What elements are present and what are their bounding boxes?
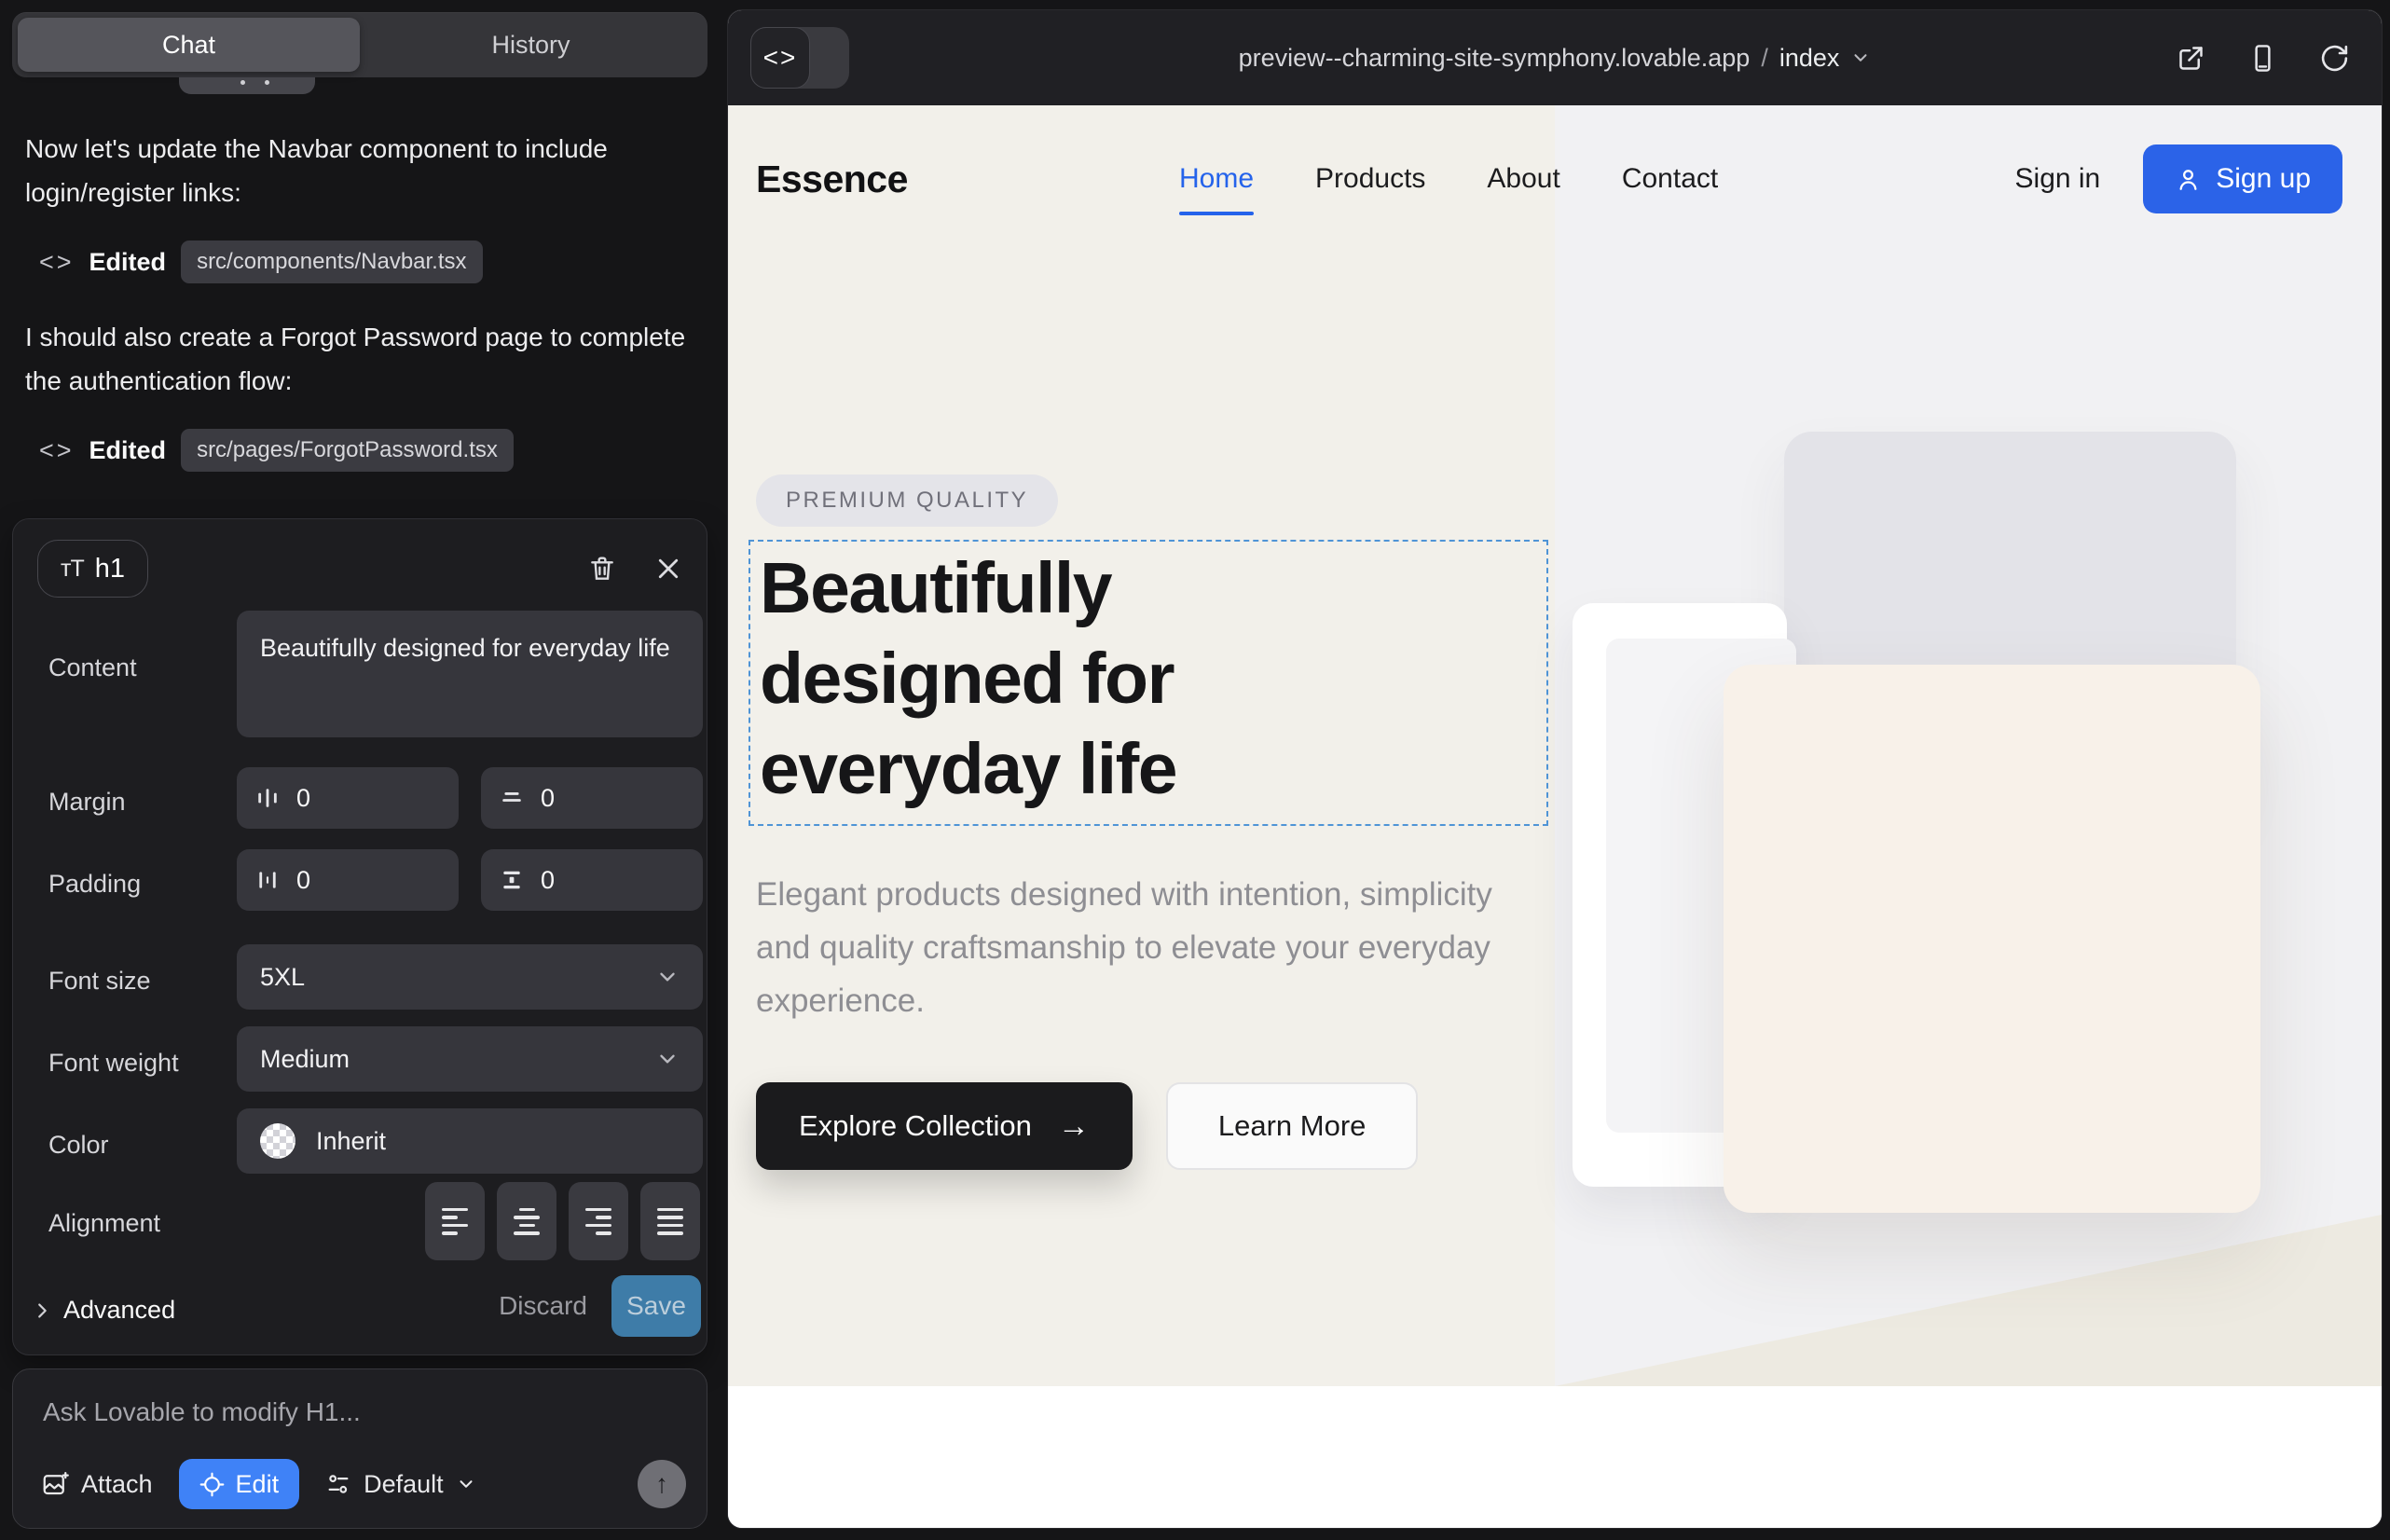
margin-y-input[interactable]: 0: [481, 767, 703, 829]
file-chip[interactable]: src/pages/ForgotPassword.tsx: [181, 429, 514, 472]
explore-collection-button[interactable]: Explore Collection →: [756, 1082, 1133, 1170]
color-swatch: [260, 1123, 295, 1159]
attach-button[interactable]: Attach: [41, 1470, 153, 1499]
sliders-icon: [325, 1471, 351, 1497]
selected-element-badge: тT h1: [37, 540, 148, 598]
typography-icon: тT: [61, 556, 84, 583]
nav-link-home[interactable]: Home: [1179, 163, 1254, 195]
lovable-app: Chat History Now let's update the Navbar…: [0, 0, 2390, 1540]
font-size-select[interactable]: 5XL: [237, 944, 703, 1010]
learn-more-button[interactable]: Learn More: [1166, 1082, 1419, 1170]
align-right-button[interactable]: [569, 1182, 628, 1260]
align-center-icon: [514, 1208, 540, 1235]
margin-x-input[interactable]: 0: [237, 767, 459, 829]
sign-up-button[interactable]: Sign up: [2143, 144, 2342, 213]
edited-file-row: <> Edited src/components/Navbar.tsx: [39, 241, 483, 283]
align-justify-button[interactable]: [640, 1182, 700, 1260]
nav-link-about[interactable]: About: [1487, 163, 1559, 195]
target-icon: [199, 1472, 225, 1497]
site-logo[interactable]: Essence: [756, 105, 908, 253]
code-icon: <>: [39, 248, 75, 277]
tab-chat[interactable]: Chat: [18, 18, 360, 72]
align-right-icon: [585, 1208, 611, 1235]
align-center-button[interactable]: [497, 1182, 556, 1260]
padding-x-input[interactable]: 0: [237, 849, 459, 911]
scrolled-chip-fragment: [179, 77, 315, 94]
chat-composer: Attach Edit Default ↑: [12, 1368, 707, 1529]
font-size-label: Font size: [48, 967, 151, 996]
hero-section: Essence Home Products About Contact Sign…: [728, 105, 2382, 1386]
edited-label: Edited: [89, 248, 167, 277]
save-button[interactable]: Save: [611, 1275, 701, 1337]
color-label: Color: [48, 1131, 109, 1160]
chat-panel: Chat History Now let's update the Navbar…: [0, 0, 725, 1540]
chevron-down-icon: [655, 1047, 680, 1071]
color-select[interactable]: Inherit: [237, 1108, 703, 1174]
panel-tabs: Chat History: [12, 12, 707, 77]
sign-in-link[interactable]: Sign in: [2015, 163, 2101, 195]
composer-input[interactable]: [43, 1397, 677, 1453]
trash-icon[interactable]: [587, 554, 617, 584]
premium-quality-badge: PREMIUM QUALITY: [756, 474, 1058, 527]
font-weight-label: Font weight: [48, 1049, 179, 1078]
user-icon: [2175, 166, 2202, 193]
preview-frame: <> preview--charming-site-symphony.lovab…: [727, 9, 2383, 1529]
chat-message: I should also create a Forgot Password p…: [25, 315, 689, 403]
refresh-icon[interactable]: [2319, 43, 2350, 74]
close-icon[interactable]: [654, 555, 682, 583]
align-justify-icon: [657, 1208, 683, 1235]
align-left-icon: [442, 1208, 468, 1235]
chat-message: Now let's update the Navbar component to…: [25, 127, 689, 214]
model-default-selector[interactable]: Default: [325, 1470, 476, 1499]
preview-url[interactable]: preview--charming-site-symphony.lovable.…: [728, 10, 2382, 105]
edit-mode-button[interactable]: Edit: [179, 1459, 300, 1509]
site-navbar: Essence Home Products About Contact Sign…: [728, 105, 2382, 253]
margin-label: Margin: [48, 788, 126, 817]
discard-button[interactable]: Discard: [499, 1275, 587, 1337]
open-external-icon[interactable]: [2176, 43, 2206, 74]
padding-y-input[interactable]: 0: [481, 849, 703, 911]
nav-link-products[interactable]: Products: [1315, 163, 1425, 195]
edited-file-row: <> Edited src/pages/ForgotPassword.tsx: [39, 429, 514, 472]
margin-horizontal-icon: [255, 786, 280, 810]
margin-vertical-icon: [500, 786, 524, 810]
mobile-view-icon[interactable]: [2247, 43, 2278, 74]
arrow-right-icon: →: [1058, 1108, 1090, 1145]
chevron-down-icon: [1850, 48, 1871, 68]
advanced-toggle[interactable]: Advanced: [32, 1296, 175, 1325]
edited-label: Edited: [89, 436, 167, 465]
attach-image-icon: [41, 1470, 69, 1498]
site-canvas: Essence Home Products About Contact Sign…: [728, 105, 2382, 1528]
padding-vertical-icon: [500, 868, 524, 892]
tab-history[interactable]: History: [360, 18, 702, 72]
file-chip[interactable]: src/components/Navbar.tsx: [181, 241, 482, 283]
chevron-down-icon: [655, 965, 680, 989]
align-left-button[interactable]: [425, 1182, 485, 1260]
element-tag: h1: [95, 554, 125, 584]
padding-horizontal-icon: [255, 868, 280, 892]
hero-heading[interactable]: Beautifully designed for everyday life: [760, 543, 1356, 815]
chevron-right-icon: [32, 1300, 52, 1321]
font-weight-select[interactable]: Medium: [237, 1026, 703, 1092]
content-input[interactable]: Beautifully designed for everyday life: [237, 611, 703, 737]
decorative-card-beige: [1724, 665, 2260, 1213]
decorative-wedge: [1555, 1215, 2382, 1386]
content-label: Content: [48, 653, 137, 682]
alignment-label: Alignment: [48, 1209, 160, 1238]
h1-selection-outline[interactable]: Beautifully designed for everyday life: [749, 540, 1548, 826]
chevron-down-icon: [456, 1474, 476, 1494]
hero-paragraph: Elegant products designed with intention…: [756, 868, 1511, 1027]
padding-label: Padding: [48, 870, 141, 899]
preview-browser-bar: <> preview--charming-site-symphony.lovab…: [728, 10, 2382, 105]
send-button[interactable]: ↑: [638, 1460, 686, 1508]
nav-link-contact[interactable]: Contact: [1622, 163, 1718, 195]
code-icon: <>: [39, 436, 75, 465]
